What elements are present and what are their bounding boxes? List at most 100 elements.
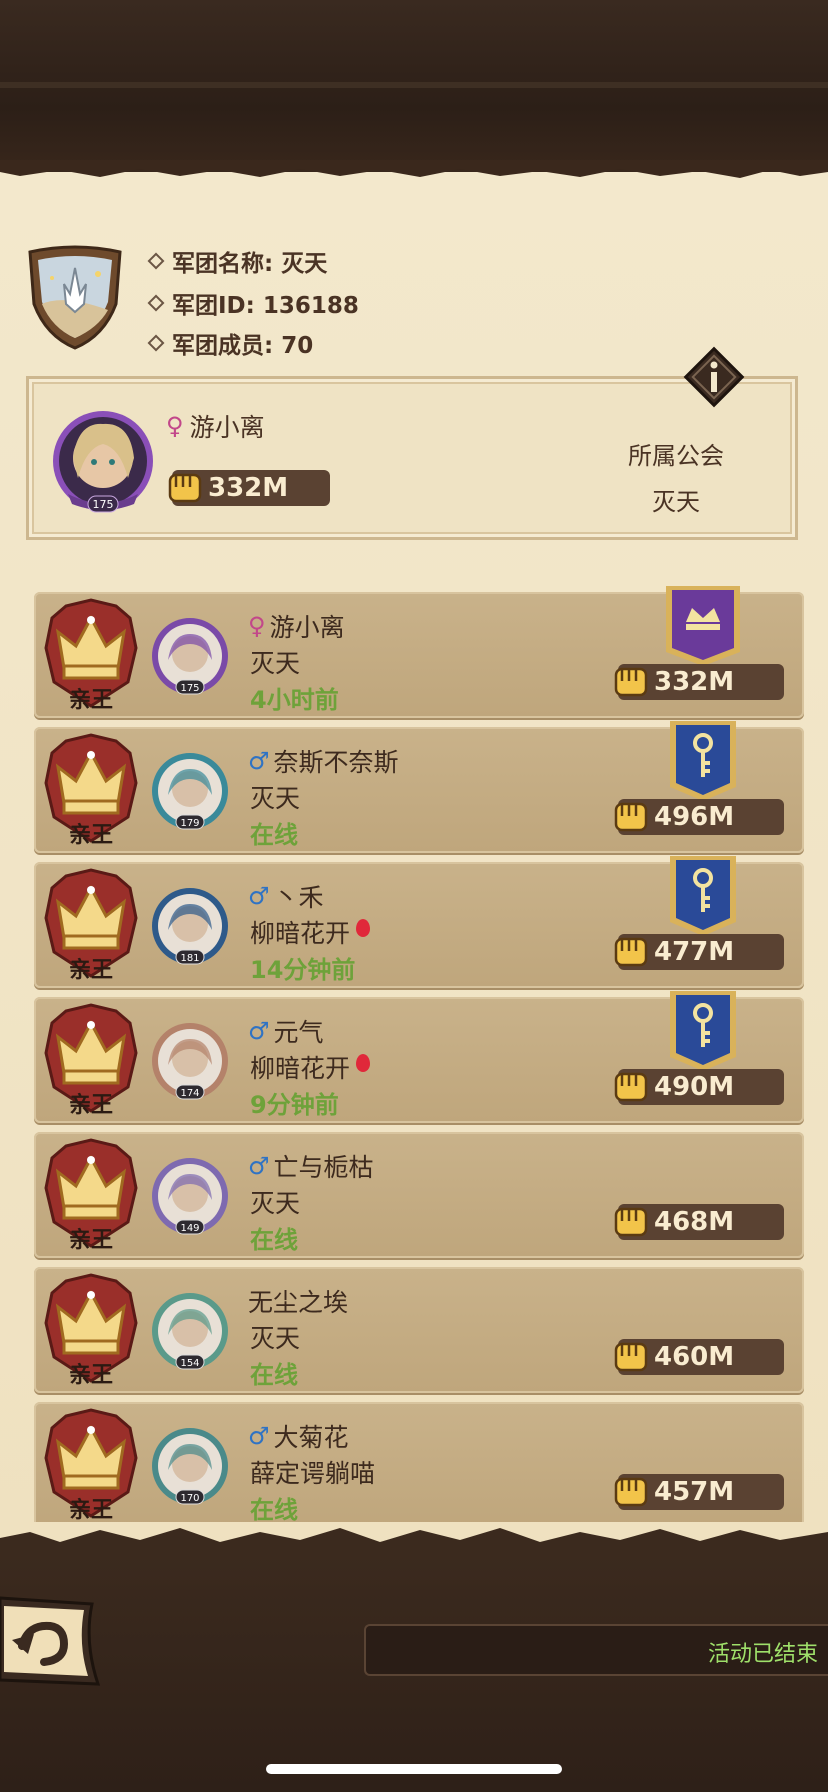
- member-name-line: ♂ 奈斯不奈斯: [248, 743, 399, 779]
- member-power-value: 496M: [654, 802, 735, 832]
- member-level: 181: [180, 953, 199, 964]
- member-guild-line: 灭天: [250, 644, 300, 680]
- member-power-value: 477M: [654, 937, 735, 967]
- member-guild: 柳暗花开: [250, 1054, 351, 1083]
- member-guild: 灭天: [250, 649, 301, 678]
- torn-edge-bottom: [0, 1528, 828, 1560]
- member-avatar[interactable]: 149: [150, 1156, 230, 1236]
- member-guild-line: 柳暗花开: [250, 1049, 371, 1085]
- gender-male-icon: ♂: [248, 1152, 270, 1180]
- member-guild: 灭天: [250, 1324, 301, 1353]
- member-avatar[interactable]: 175: [150, 616, 230, 696]
- member-level: 175: [180, 683, 199, 694]
- member-avatar[interactable]: 154: [150, 1291, 230, 1371]
- member-status: 在线: [250, 1226, 298, 1254]
- member-status: 9分钟前: [250, 1091, 339, 1119]
- member-row[interactable]: 亲王 175 ♀ 游小离 灭天 4小时前 332M: [34, 586, 804, 718]
- rank-label: 亲王: [68, 688, 113, 713]
- member-status: 在线: [250, 821, 298, 849]
- member-power: 332M: [614, 664, 784, 700]
- member-name: 丶禾: [273, 883, 324, 912]
- key-banner-icon: [670, 856, 736, 936]
- member-level: 170: [180, 1493, 199, 1504]
- member-row[interactable]: 亲王 170 ♂ 大菊花 薛定谔躺喵 在线 457M: [34, 1402, 804, 1522]
- member-power: 460M: [614, 1339, 784, 1375]
- member-name-line: ♂ 亡与栀枯: [248, 1148, 374, 1184]
- member-power: 457M: [614, 1474, 784, 1510]
- member-name: 元气: [273, 1018, 324, 1047]
- member-name-line: ♀ 游小离: [248, 608, 345, 644]
- balloon-icon: [356, 919, 371, 937]
- member-power-value: 468M: [654, 1207, 735, 1237]
- member-row[interactable]: 亲王 174 ♂ 元气 柳暗花开 9分钟前 490M: [34, 991, 804, 1123]
- member-power: 477M: [614, 934, 784, 970]
- member-power-value: 490M: [654, 1072, 735, 1102]
- gender-female-icon: ♀: [248, 612, 266, 640]
- rank-label: 亲王: [68, 1498, 113, 1522]
- fist-icon: [614, 1477, 648, 1507]
- member-avatar[interactable]: 174: [150, 1021, 230, 1101]
- member-status: 在线: [250, 1361, 298, 1389]
- member-power-value: 460M: [654, 1342, 735, 1372]
- member-row[interactable]: 亲王 154 无尘之埃 灭天 在线 460M: [34, 1267, 804, 1393]
- member-guild-line: 灭天: [250, 1184, 300, 1220]
- fist-icon: [614, 1072, 648, 1102]
- member-name-line: ♂ 元气: [248, 1013, 324, 1049]
- member-power: 468M: [614, 1204, 784, 1240]
- member-avatar[interactable]: 179: [150, 751, 230, 831]
- gender-male-icon: ♂: [248, 882, 270, 910]
- rank-label: 亲王: [68, 958, 113, 983]
- member-status: 4小时前: [250, 686, 339, 714]
- key-banner-icon: [670, 721, 736, 801]
- fist-icon: [614, 937, 648, 967]
- fist-icon: [614, 1207, 648, 1237]
- member-name: 大菊花: [273, 1423, 349, 1452]
- member-name-line: ♂ 丶禾: [248, 878, 324, 914]
- gender-male-icon: ♂: [248, 747, 270, 775]
- member-level: 174: [180, 1088, 199, 1099]
- member-row[interactable]: 亲王 179 ♂ 奈斯不奈斯 灭天 在线 496M: [34, 721, 804, 853]
- member-status: 14分钟前: [250, 956, 356, 984]
- member-power-value: 332M: [654, 667, 735, 697]
- member-name: 游小离: [269, 613, 345, 642]
- rank-label: 亲王: [68, 1093, 113, 1118]
- rank-label: 亲王: [68, 1228, 113, 1253]
- member-level: 179: [180, 818, 199, 829]
- member-power: 496M: [614, 799, 784, 835]
- gender-male-icon: ♂: [248, 1017, 270, 1045]
- member-name: 奈斯不奈斯: [273, 748, 399, 777]
- member-avatar[interactable]: 181: [150, 886, 230, 966]
- member-row[interactable]: 亲王 149 ♂ 亡与栀枯 灭天 在线 468M: [34, 1132, 804, 1258]
- back-arrow-button[interactable]: [0, 1592, 100, 1690]
- member-level: 149: [180, 1223, 199, 1234]
- rank-label: 亲王: [68, 1363, 113, 1388]
- member-avatar[interactable]: 170: [150, 1426, 230, 1506]
- member-name: 亡与栀枯: [273, 1153, 374, 1182]
- member-guild-line: 柳暗花开: [250, 914, 371, 950]
- crown-banner-icon: [666, 586, 740, 666]
- member-guild-line: 灭天: [250, 1319, 300, 1355]
- member-guild: 柳暗花开: [250, 919, 351, 948]
- member-name-line: ♂ 大菊花: [248, 1418, 349, 1454]
- event-status-bar: 活动已结束: [364, 1624, 828, 1676]
- member-list: 亲王 175 ♀ 游小离 灭天 4小时前 332M 亲王 179 ♂ 奈斯不奈斯…: [0, 0, 828, 1522]
- member-guild-line: 灭天: [250, 779, 300, 815]
- home-indicator[interactable]: [266, 1764, 562, 1774]
- member-power: 490M: [614, 1069, 784, 1105]
- member-name: 无尘之埃: [248, 1288, 349, 1317]
- balloon-icon: [356, 1054, 371, 1072]
- member-name-line: 无尘之埃: [248, 1283, 348, 1319]
- member-guild-line: 薛定谔躺喵: [250, 1454, 375, 1490]
- key-banner-icon: [670, 991, 736, 1071]
- event-status-text: 活动已结束: [707, 1642, 818, 1667]
- fist-icon: [614, 1342, 648, 1372]
- fist-icon: [614, 802, 648, 832]
- rank-label: 亲王: [68, 823, 113, 848]
- member-status: 在线: [250, 1496, 298, 1522]
- member-row[interactable]: 亲王 181 ♂ 丶禾 柳暗花开 14分钟前 477M: [34, 856, 804, 988]
- fist-icon: [614, 667, 648, 697]
- member-guild: 灭天: [250, 1189, 301, 1218]
- member-power-value: 457M: [654, 1477, 735, 1507]
- gender-male-icon: ♂: [248, 1422, 270, 1450]
- member-guild: 灭天: [250, 784, 301, 813]
